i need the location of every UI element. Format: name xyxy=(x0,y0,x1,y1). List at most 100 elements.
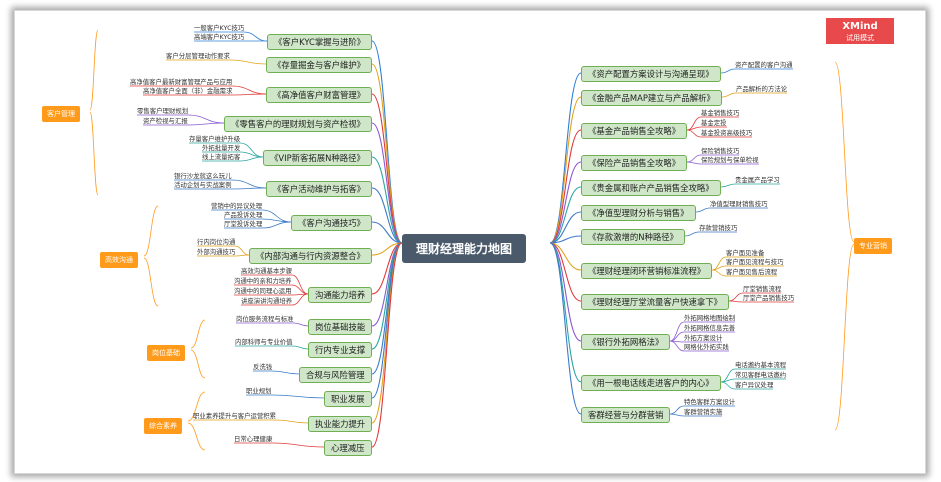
left-topic-10[interactable]: 岗位基础技能 xyxy=(308,319,373,336)
right-topic-1[interactable]: 《资产配置方案设计与沟通呈现》 xyxy=(581,66,721,83)
right-topic-3-subtopic[interactable]: 基金定投 xyxy=(701,120,727,127)
connector-line xyxy=(728,292,744,302)
right-topic-6[interactable]: 《净值型理财分析与销售》 xyxy=(581,205,696,222)
left-topic-3-subtopic[interactable]: 高净值客户全面（非）金融需求 xyxy=(143,88,232,95)
connector-line xyxy=(229,59,267,65)
right-topic-10-subtopic[interactable]: 网格化外拓实践 xyxy=(684,344,729,351)
left-topic-4[interactable]: 《零售客户的理财规划与资产检视》 xyxy=(224,116,372,133)
connector-line xyxy=(720,183,736,188)
right-topic-10-subtopic[interactable]: 外拓网格地图绘制 xyxy=(684,315,735,322)
left-topic-8[interactable]: 《内部沟通与行内资源整合》 xyxy=(249,248,372,265)
left-topic-10-subtopic[interactable]: 岗位服务流程与标准 xyxy=(236,316,294,323)
connector-line xyxy=(231,187,267,190)
left-topic-5[interactable]: 《VIP新客拓展N种路径》 xyxy=(263,150,372,167)
connector-line xyxy=(669,413,685,417)
category-job-basics[interactable]: 岗位基础 xyxy=(147,345,185,361)
right-topic-5[interactable]: 《贵金属和账户产品销售全攻略》 xyxy=(581,180,721,197)
right-topic-2[interactable]: 《金融产品MAP建立与产品解析》 xyxy=(581,90,722,107)
category-comprehensive-quality[interactable]: 综合素养 xyxy=(144,418,182,434)
left-topic-12[interactable]: 合规与风险管理 xyxy=(299,367,372,384)
left-topic-12-subtopic[interactable]: 反洗钱 xyxy=(253,364,272,371)
right-topic-11-subtopic[interactable]: 常见客群电话邀约 xyxy=(735,372,786,379)
right-topic-12-subtopic[interactable]: 特色客群方案设计 xyxy=(684,399,735,406)
category-efficient-communication[interactable]: 高效沟通 xyxy=(100,252,138,268)
right-topic-7[interactable]: 《存款激增的N种路径》 xyxy=(581,229,686,246)
left-topic-1-subtopic[interactable]: 一般客户KYC技巧 xyxy=(194,25,244,32)
connector-line xyxy=(684,231,700,237)
left-topic-8-subtopic[interactable]: 行内岗位沟通 xyxy=(197,239,235,246)
right-topic-8-subtopic[interactable]: 客户面见准备 xyxy=(726,250,764,257)
right-topic-7-subtopic[interactable]: 存款营销技巧 xyxy=(699,225,737,232)
left-topic-7-subtopic[interactable]: 产品投诉处理 xyxy=(224,212,262,219)
right-topic-9-subtopic[interactable]: 厅堂销售流程 xyxy=(743,286,781,293)
left-topic-9-subtopic[interactable]: 讲座演讲沟通培养 xyxy=(241,298,292,305)
left-topic-9[interactable]: 沟通能力培养 xyxy=(308,287,373,304)
left-topic-7-subtopic[interactable]: 营销中的异议处理 xyxy=(211,203,262,210)
left-topic-6-subtopic[interactable]: 银行沙龙就这么玩儿 xyxy=(174,173,232,180)
connector-line xyxy=(143,205,159,257)
left-topic-14-subtopic[interactable]: 职业素养提升与客户运营积累 xyxy=(193,413,276,420)
left-topic-7[interactable]: 《客户沟通技巧》 xyxy=(291,215,372,232)
connector-line xyxy=(275,419,309,424)
left-topic-2[interactable]: 《存量掘金与客户维护》 xyxy=(266,57,373,74)
left-topic-5-subtopic[interactable]: 外拓批量开发 xyxy=(202,145,240,152)
left-topic-5-subtopic[interactable]: 存量客户维护升级 xyxy=(189,136,240,143)
left-topic-4-subtopic[interactable]: 资产检视与汇报 xyxy=(143,118,188,125)
left-topic-9-subtopic[interactable]: 沟通中的同理心运用 xyxy=(234,288,292,295)
left-topic-11-subtopic[interactable]: 内部科师与专业价值 xyxy=(235,339,293,346)
right-topic-8-subtopic[interactable]: 客户面见售后流程 xyxy=(726,269,777,276)
right-topic-1-subtopic[interactable]: 资产配置的客户沟通 xyxy=(735,62,793,69)
connector-line xyxy=(686,116,702,131)
left-topic-2-subtopic[interactable]: 客户分层管理动作要求 xyxy=(166,53,230,60)
right-topic-5-subtopic[interactable]: 贵金属产品学习 xyxy=(735,177,780,184)
connector-line xyxy=(231,85,267,95)
right-topic-3-subtopic[interactable]: 基金投资高级技巧 xyxy=(701,130,752,137)
category-customer-management[interactable]: 客户管理 xyxy=(42,106,80,122)
right-topic-10-subtopic[interactable]: 外拓网格信息完善 xyxy=(684,325,735,332)
left-topic-11[interactable]: 行内专业支撑 xyxy=(308,342,373,359)
left-topic-9-subtopic[interactable]: 高效沟通基本步骤 xyxy=(241,268,292,275)
right-topic-4-subtopic[interactable]: 保险规划与保单检视 xyxy=(701,157,759,164)
right-topic-2-subtopic[interactable]: 产品解析的方法论 xyxy=(736,86,787,93)
right-topic-3[interactable]: 《基金产品销售全攻略》 xyxy=(581,123,688,140)
left-topic-3-subtopic[interactable]: 高净值客户最新财富管理产品与应用 xyxy=(130,79,232,86)
right-topic-11-subtopic[interactable]: 电话邀约基本流程 xyxy=(735,362,786,369)
root-topic[interactable]: 理财经理能力地图 xyxy=(402,234,527,263)
left-topic-3[interactable]: 《高净值客户财富管理》 xyxy=(266,87,373,104)
right-topic-10-subtopic[interactable]: 外拓方案设计 xyxy=(684,335,722,342)
left-topic-15[interactable]: 心理减压 xyxy=(324,440,372,457)
category-professional-marketing[interactable]: 专业营销 xyxy=(854,238,892,254)
left-topic-1-subtopic[interactable]: 高端客户KYC技巧 xyxy=(194,34,244,41)
connector-line xyxy=(261,221,292,229)
right-topic-12[interactable]: 客群经营与分群营销 xyxy=(581,407,671,424)
right-topic-3-subtopic[interactable]: 基金销售技巧 xyxy=(701,110,739,117)
left-topic-13-subtopic[interactable]: 职业规划 xyxy=(246,388,272,395)
right-topic-11[interactable]: 《用一根电话线走进客户的内心》 xyxy=(581,375,721,392)
right-topic-8[interactable]: 《理财经理闭环营销标准流程》 xyxy=(581,263,713,280)
right-topic-12-subtopic[interactable]: 客群营销实施 xyxy=(684,409,722,416)
right-topic-4-subtopic[interactable]: 保险销售技巧 xyxy=(701,148,739,155)
left-topic-14[interactable]: 执业能力提升 xyxy=(308,416,373,433)
left-topic-9-subtopic[interactable]: 沟通中的亲和力培养 xyxy=(234,278,292,285)
right-topic-10[interactable]: 《银行外拓网格法》 xyxy=(581,334,671,351)
left-topic-1[interactable]: 《客户KYC掌握与进阶》 xyxy=(267,34,373,51)
left-topic-13[interactable]: 职业发展 xyxy=(324,391,372,408)
connector-line xyxy=(89,111,99,196)
right-topic-8-subtopic[interactable]: 客户面见流程与技巧 xyxy=(726,259,784,266)
left-topic-4-subtopic[interactable]: 零售客户理财规划 xyxy=(137,108,188,115)
connector-line xyxy=(187,422,206,451)
connector-line xyxy=(686,161,702,165)
left-topic-6-subtopic[interactable]: 活动企划与实战案例 xyxy=(174,182,232,189)
right-topic-9[interactable]: 《理财经理厅堂流量客户快速拿下》 xyxy=(581,294,729,311)
right-topic-6-subtopic[interactable]: 净值型理财销售技巧 xyxy=(710,201,768,208)
left-topic-8-subtopic[interactable]: 外部沟通技巧 xyxy=(197,249,235,256)
right-topic-9-subtopic[interactable]: 厅堂产品销售技巧 xyxy=(743,295,794,302)
connector-line xyxy=(243,31,268,42)
connector-line xyxy=(728,300,744,303)
left-topic-15-subtopic[interactable]: 日常心理健康 xyxy=(234,436,272,443)
left-topic-6[interactable]: 《客户活动维护与拓客》 xyxy=(266,181,373,198)
left-topic-7-subtopic[interactable]: 厅堂投诉处理 xyxy=(224,221,262,228)
right-topic-4[interactable]: 《保险产品销售全攻略》 xyxy=(581,155,688,172)
left-topic-5-subtopic[interactable]: 线上流量拓客 xyxy=(202,154,240,161)
right-topic-11-subtopic[interactable]: 客户异议处理 xyxy=(735,382,773,389)
